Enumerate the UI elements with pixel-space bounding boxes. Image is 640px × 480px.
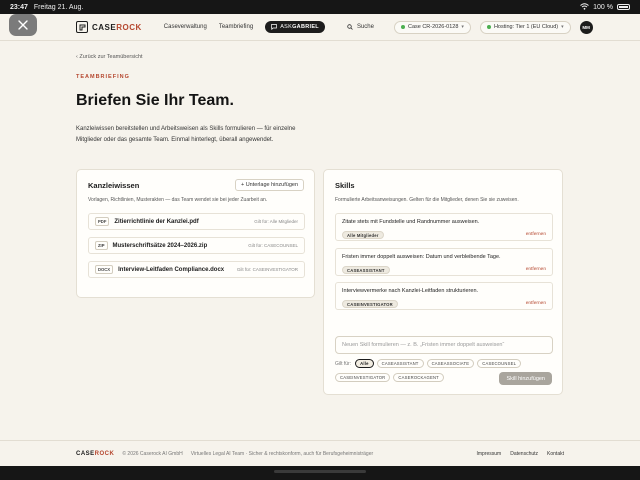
- battery-icon: [617, 4, 630, 10]
- app-window: CASEROCK Caseverwaltung Teambriefing ASK…: [0, 14, 640, 466]
- scope-chip-caseassistant[interactable]: CASEASSISTANT: [376, 359, 424, 368]
- case-selector[interactable]: Case CR-2026-0128 ▾: [393, 20, 471, 34]
- scope-chip-row-2: CASEINVESTIGATOR CASEROCKAGENT: [335, 373, 444, 382]
- back-link[interactable]: ‹ Zurück zur Teamübersicht: [76, 54, 143, 60]
- hosting-status-dot: [486, 25, 491, 29]
- document-name: Musterschriftsätze 2024–2026.zip: [112, 242, 208, 249]
- remove-skill-link[interactable]: entfernen: [526, 301, 546, 306]
- remove-skill-link[interactable]: entfernen: [526, 267, 546, 272]
- document-scope: Gilt für: Alle Mitglieder: [254, 219, 298, 224]
- avatar[interactable]: MM: [579, 20, 593, 34]
- skill-item: Interviewvermerke nach Kanzlei-Leitfaden…: [335, 282, 553, 310]
- scope-chip-row: Gilt für: Alle CASEASSISTANT CASEASSOCIA…: [335, 359, 522, 368]
- skills-card: Skills Formulierte Arbeitsanweisungen. G…: [323, 169, 563, 395]
- scope-chip-caseassociate[interactable]: CASEASSOCIATE: [426, 359, 475, 368]
- skill-text: Interviewvermerke nach Kanzlei-Leitfaden…: [342, 288, 479, 294]
- kanzleiwissen-subtitle: Vorlagen, Richtlinien, Musterakten — das…: [88, 197, 268, 203]
- add-skill-button[interactable]: Skill hinzufügen: [499, 372, 552, 385]
- ask-gabriel-button[interactable]: ASKGABRIEL: [265, 21, 325, 33]
- section-eyebrow: TEAMBRIEFING: [76, 74, 130, 80]
- chat-bubble-icon: [271, 24, 278, 30]
- document-scope: Gilt für: CASECOUNSEL: [248, 243, 298, 248]
- chevron-down-icon: ▾: [561, 24, 564, 30]
- scope-label: Gilt für:: [335, 360, 352, 367]
- skill-scope-tag: CASEASSISTANT: [342, 266, 390, 274]
- intro-text: Kanzleiwissen bereitstellen und Arbeitsw…: [76, 126, 296, 143]
- hosting-label: Hosting: Tier 1 (EU Cloud): [493, 24, 559, 30]
- search-icon: [347, 24, 353, 30]
- footer: CASEROCK © 2026 Caserock AI GmbH Virtuel…: [0, 440, 640, 466]
- skill-item: Fristen immer doppelt ausweisen: Datum u…: [335, 248, 553, 276]
- footer-links: Impressum Datenschutz Kontakt: [477, 451, 565, 457]
- page-title: Briefen Sie Ihr Team.: [76, 92, 234, 109]
- footer-link-impressum[interactable]: Impressum: [477, 451, 502, 457]
- caserock-logo[interactable]: CASEROCK: [76, 21, 142, 33]
- nav-teambriefing[interactable]: Teambriefing: [219, 24, 253, 30]
- case-status-dot: [400, 25, 405, 29]
- status-time: 23:47: [10, 3, 28, 11]
- document-row[interactable]: ZIP Musterschriftsätze 2024–2026.zip Gil…: [88, 237, 305, 254]
- skill-scope-tag: CASEINVESTIGATOR: [342, 300, 398, 308]
- skill-scope-tag: Alle Mitglieder: [342, 231, 384, 239]
- footer-link-datenschutz[interactable]: Datenschutz: [510, 451, 538, 457]
- document-scope: Gilt für: CASEINVESTIGATOR: [236, 267, 298, 272]
- file-type-badge: ZIP: [95, 241, 108, 250]
- skills-title: Skills: [335, 181, 355, 190]
- logo-mark-icon: [76, 21, 88, 33]
- document-row[interactable]: DOCX Interview-Leitfaden Compliance.docx…: [88, 261, 305, 278]
- home-indicator[interactable]: [274, 470, 366, 473]
- home-indicator-bar: [0, 466, 640, 480]
- kanzleiwissen-title: Kanzleiwissen: [88, 181, 140, 190]
- document-name: Interview-Leitfaden Compliance.docx: [118, 266, 225, 273]
- close-icon: [18, 20, 28, 30]
- footer-link-kontakt[interactable]: Kontakt: [547, 451, 564, 457]
- scope-chip-alle[interactable]: Alle: [355, 359, 374, 368]
- status-bar: 23:47 Freitag 21. Aug. 100 %: [0, 0, 640, 14]
- footer-description: Virtuelles Legal AI Team · Sicher & rech…: [190, 450, 374, 457]
- close-overlay-button[interactable]: [9, 14, 37, 36]
- footer-logo: CASEROCK: [76, 450, 115, 457]
- file-type-badge: PDF: [95, 217, 110, 226]
- nav-caseverwaltung[interactable]: Caseverwaltung: [164, 24, 207, 30]
- skill-text: Zitate stets mit Fundstelle und Randnumm…: [342, 219, 480, 225]
- top-nav: CASEROCK Caseverwaltung Teambriefing ASK…: [0, 14, 640, 41]
- chevron-down-icon: ▾: [461, 24, 464, 30]
- footer-copyright: © 2026 Caserock AI GmbH: [122, 450, 183, 457]
- document-name: Zitierrichtlinie der Kanzlei.pdf: [114, 218, 199, 225]
- status-right: 100 %: [580, 2, 630, 12]
- add-document-button[interactable]: + Unterlage hinzufügen: [234, 179, 304, 191]
- scope-chip-caserockagent[interactable]: CASEROCKAGENT: [393, 373, 444, 382]
- skills-subtitle: Formulierte Arbeitsanweisungen. Gelten f…: [335, 197, 519, 203]
- document-row[interactable]: PDF Zitierrichtlinie der Kanzlei.pdf Gil…: [88, 213, 305, 230]
- remove-skill-link[interactable]: entfernen: [526, 232, 546, 237]
- hosting-selector[interactable]: Hosting: Tier 1 (EU Cloud) ▾: [479, 20, 571, 34]
- search-label: Suche: [356, 24, 374, 30]
- kanzleiwissen-card: Kanzleiwissen + Unterlage hinzufügen Vor…: [76, 169, 315, 298]
- file-type-badge: DOCX: [95, 265, 114, 274]
- logo-text: CASEROCK: [92, 22, 142, 32]
- status-date: Freitag 21. Aug.: [33, 3, 84, 11]
- search-button[interactable]: Suche: [347, 24, 374, 30]
- case-label: Case CR-2026-0128: [407, 24, 459, 30]
- battery-percent: 100 %: [593, 3, 613, 11]
- scope-chip-casecounsel[interactable]: CASECOUNSEL: [477, 359, 522, 368]
- new-skill-input[interactable]: Neuen Skill formulieren — z. B. „Fristen…: [335, 336, 553, 354]
- skill-item: Zitate stets mit Fundstelle und Randnumm…: [335, 213, 553, 241]
- wifi-icon: [580, 2, 589, 12]
- skill-text: Fristen immer doppelt ausweisen: Datum u…: [342, 254, 501, 260]
- scope-chip-caseinvestigator[interactable]: CASEINVESTIGATOR: [335, 373, 391, 382]
